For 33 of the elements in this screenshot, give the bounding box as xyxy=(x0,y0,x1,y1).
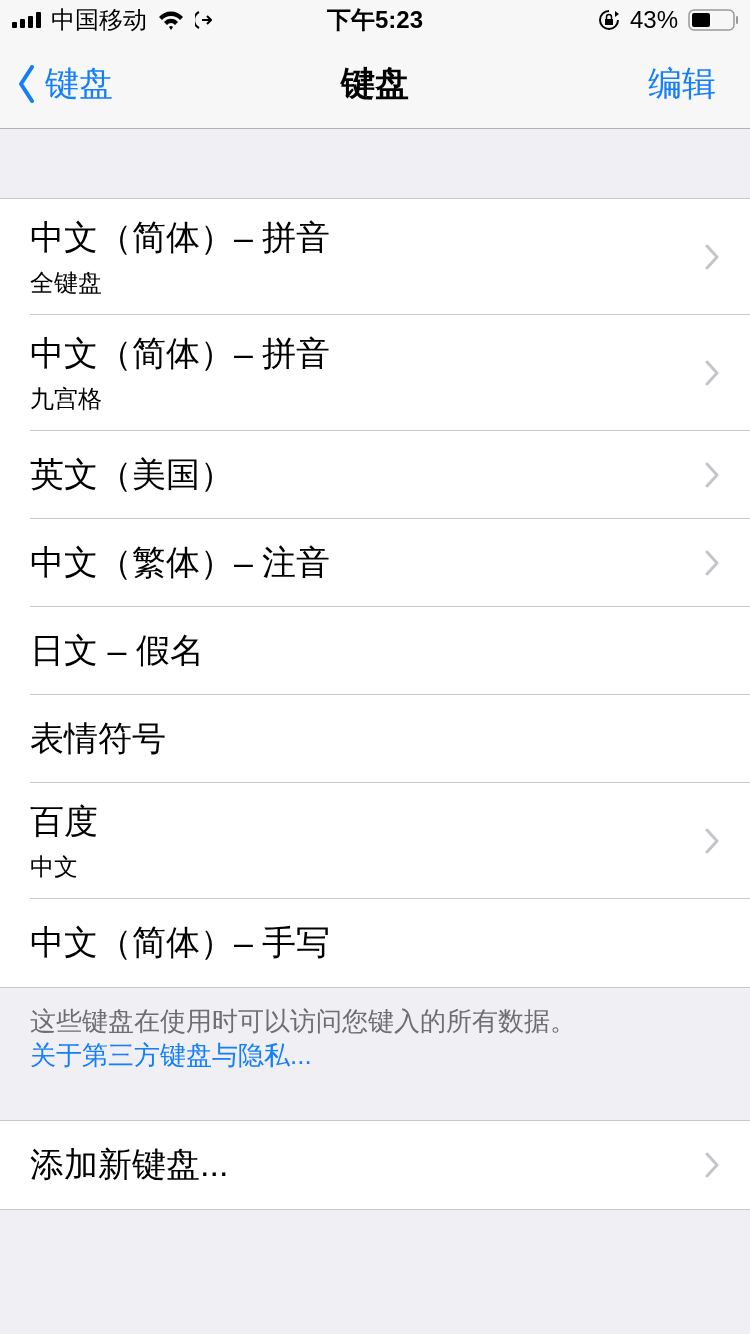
row-title: 日文 – 假名 xyxy=(30,629,204,671)
row-title: 添加新键盘... xyxy=(30,1144,229,1185)
row-title: 中文（简体）– 拼音 xyxy=(30,332,331,374)
footer-note: 这些键盘在使用时可以访问您键入的所有数据。 关于第三方键盘与隐私... xyxy=(29,1005,577,1072)
row-title: 表情符号 xyxy=(30,717,166,759)
carrier-name: 中国移动 xyxy=(51,5,147,35)
battery-icon xyxy=(688,9,738,31)
list-row[interactable]: 中文（简体）– 拼音 九宫格 xyxy=(30,315,750,431)
nav-title: 键盘 xyxy=(339,63,410,104)
status-time: 下午5:23 xyxy=(325,5,424,35)
list-row[interactable]: 中文（简体）– 手写 xyxy=(30,899,750,987)
row-title: 中文（繁体）– 注音 xyxy=(30,541,331,583)
list-row[interactable]: 英文（美国） xyxy=(30,431,750,519)
list-row[interactable]: 中文（繁体）– 注音 xyxy=(30,519,750,607)
orientation-lock-icon xyxy=(597,9,620,31)
list-row[interactable]: 日文 – 假名 xyxy=(30,607,750,695)
row-subtitle: 九宫格 xyxy=(30,383,103,414)
list-row[interactable]: 百度 中文 xyxy=(30,783,750,899)
wifi-icon xyxy=(157,9,185,31)
row-title: 百度 xyxy=(30,800,98,842)
row-subtitle: 全键盘 xyxy=(30,267,103,298)
row-title: 英文（美国） xyxy=(30,453,234,495)
list-row[interactable]: 表情符号 xyxy=(30,695,750,783)
row-title: 中文（简体）– 手写 xyxy=(30,922,331,963)
list-row[interactable]: 中文（简体）– 拼音 全键盘 xyxy=(30,199,750,315)
row-title: 中文（简体）– 拼音 xyxy=(30,216,331,258)
signal-icon xyxy=(12,12,41,28)
battery-percent: 43% xyxy=(629,6,678,34)
back-button[interactable]: 键盘 xyxy=(18,61,113,107)
back-chevron-icon xyxy=(18,65,35,103)
edit-button[interactable]: 编辑 xyxy=(648,61,716,107)
arrow-icon xyxy=(195,10,212,30)
row-subtitle: 中文 xyxy=(30,851,79,882)
